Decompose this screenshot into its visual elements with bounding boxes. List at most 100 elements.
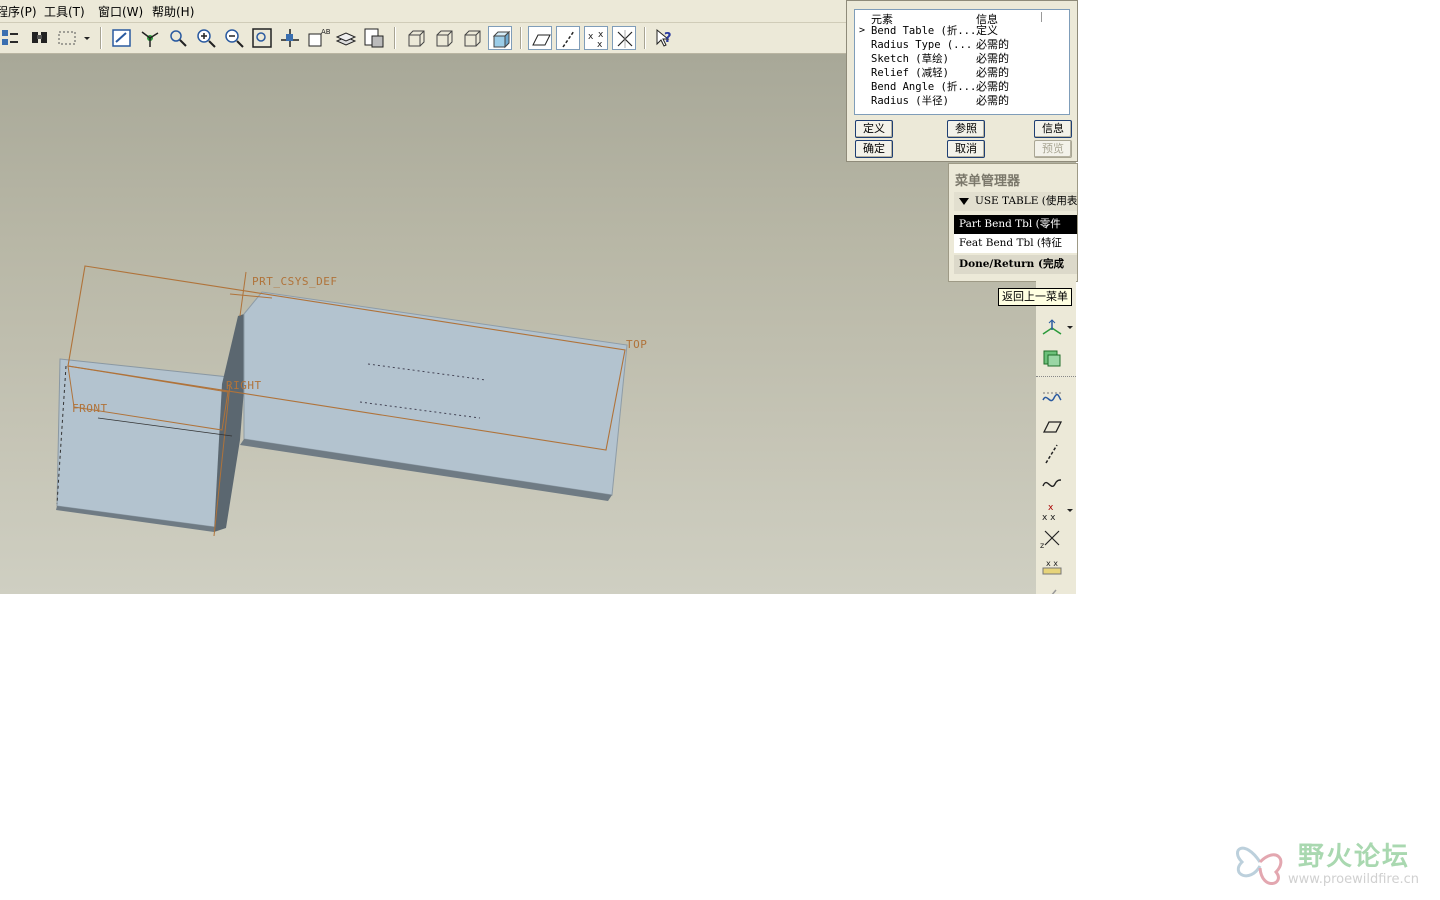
ok-button[interactable]: 确定: [855, 140, 893, 158]
svg-text:x: x: [588, 32, 594, 42]
no-hidden-icon[interactable]: [460, 26, 484, 50]
menu-program[interactable]: 程序(P): [0, 3, 37, 20]
datum-axis-icon[interactable]: [1040, 442, 1064, 466]
watermark: 野火论坛 www.proewildfire.cn: [1230, 832, 1435, 892]
butterfly-logo-icon: [1236, 846, 1283, 885]
field-point-icon[interactable]: x x: [1040, 554, 1064, 578]
svg-text:x: x: [598, 30, 604, 40]
element-name: Bend Table (折...: [871, 25, 975, 37]
context-help-icon[interactable]: ?: [652, 26, 676, 50]
datum-plane-icon[interactable]: [1040, 414, 1064, 438]
element-info: 必需的: [976, 38, 1009, 51]
repaint-icon[interactable]: [110, 26, 134, 50]
watermark-url: www.proewildfire.cn: [1288, 872, 1419, 887]
top-plane-label: TOP: [626, 338, 648, 351]
toolbar-divider: [1036, 376, 1076, 378]
done-return-item[interactable]: Done/Return (完成: [954, 255, 1077, 274]
menu-manager: 菜单管理器 USE TABLE (使用表 Part Bend Tbl (零件 F…: [948, 163, 1078, 282]
dropdown-arrow-icon[interactable]: [1067, 326, 1073, 329]
csys-icon[interactable]: [612, 26, 636, 50]
wireframe-icon[interactable]: [404, 26, 428, 50]
table-row[interactable]: > Bend Table (折... 定义: [855, 24, 1067, 38]
element-name: Bend Angle (折...: [871, 81, 975, 93]
menu-bar: 程序(P) 工具(T) 窗口(W) 帮助(H): [0, 0, 848, 23]
svg-text:x x: x x: [1046, 559, 1058, 568]
csys-label: PRT_CSYS_DEF: [252, 275, 338, 288]
element-name: Sketch (草绘): [871, 53, 949, 65]
current-row-marker: >: [859, 25, 866, 36]
preview-button[interactable]: 预览: [1034, 140, 1072, 158]
cancel-button[interactable]: 取消: [947, 140, 985, 158]
toolbar-separator: [394, 27, 396, 49]
left-flange: [56, 358, 239, 529]
element-info: 必需的: [976, 66, 1009, 79]
menu-window[interactable]: 窗口(W): [98, 3, 143, 20]
datum-toolbar: x xx z x x: [1036, 280, 1076, 594]
regenerate-icon[interactable]: [0, 26, 24, 50]
toolbar-separator: [520, 27, 522, 49]
layers-icon[interactable]: [334, 26, 358, 50]
element-table: 元素 信息 > Bend Table (折... 定义 Radius Type …: [854, 9, 1070, 115]
use-table-section[interactable]: USE TABLE (使用表: [954, 192, 1077, 211]
element-name: Radius Type (...: [871, 39, 973, 51]
main-toolbar: AB xxx ?: [0, 23, 848, 54]
refit-icon[interactable]: [250, 26, 274, 50]
element-info: 必需的: [976, 94, 1009, 107]
hidden-line-icon[interactable]: [432, 26, 456, 50]
toolbar-separator: [644, 27, 646, 49]
tooltip: 返回上一菜单: [998, 288, 1072, 306]
collapse-triangle-icon: [959, 197, 969, 205]
saved-views-icon[interactable]: AB: [306, 26, 330, 50]
svg-text:AB: AB: [321, 28, 330, 36]
edit-icon[interactable]: [1040, 582, 1064, 594]
select-box-icon[interactable]: [56, 26, 92, 50]
shading-icon[interactable]: [488, 26, 512, 50]
csys-axis: [239, 271, 247, 317]
datum-axes-icon[interactable]: [556, 26, 580, 50]
datum-planes-icon[interactable]: [528, 26, 552, 50]
define-button[interactable]: 定义: [855, 120, 893, 138]
front-plane-label: FRONT: [72, 402, 108, 415]
table-row[interactable]: Radius Type (... 必需的: [855, 38, 1067, 52]
zoom-out-icon[interactable]: [222, 26, 246, 50]
table-row[interactable]: Bend Angle (折... 必需的: [855, 80, 1067, 94]
refs-button[interactable]: 参照: [947, 120, 985, 138]
section-label: USE TABLE (使用表: [975, 195, 1077, 207]
element-info: 必需的: [976, 80, 1009, 93]
right-plane-label: RIGHT: [226, 379, 262, 392]
svg-text:?: ?: [664, 31, 672, 46]
watermark-title: 野火论坛: [1298, 842, 1411, 872]
table-row[interactable]: Sketch (草绘) 必需的: [855, 52, 1067, 66]
info-button[interactable]: 信息: [1034, 120, 1072, 138]
feature-dialog: 元素 信息 > Bend Table (折... 定义 Radius Type …: [846, 0, 1078, 162]
datum-point-icon[interactable]: x xx: [1040, 498, 1064, 522]
dropdown-arrow-icon[interactable]: [1067, 509, 1073, 512]
find-icon[interactable]: [28, 26, 52, 50]
zoom-in-icon[interactable]: [194, 26, 218, 50]
orient-icon[interactable]: [166, 26, 190, 50]
menu-help[interactable]: 帮助(H): [152, 3, 194, 20]
spin-center-icon[interactable]: [138, 26, 162, 50]
table-row[interactable]: Relief (减轻) 必需的: [855, 66, 1067, 80]
view-manager-icon[interactable]: [362, 26, 386, 50]
offset-point-icon[interactable]: z: [1040, 526, 1064, 550]
feat-bend-tbl-item[interactable]: Feat Bend Tbl (特征: [954, 234, 1077, 253]
menu-tools[interactable]: 工具(T): [44, 3, 85, 20]
svg-text:z: z: [1040, 541, 1044, 550]
datum-points-icon[interactable]: xxx: [584, 26, 608, 50]
curve-icon[interactable]: [1040, 386, 1064, 410]
element-name: Radius (半径): [871, 95, 949, 107]
element-name: Relief (减轻): [871, 67, 949, 79]
sketched-curve-icon[interactable]: [1040, 470, 1064, 494]
svg-text:x: x: [1048, 503, 1054, 513]
svg-text:x x: x x: [1042, 513, 1056, 522]
table-row[interactable]: Radius (半径) 必需的: [855, 94, 1067, 108]
main-flange: [243, 291, 628, 496]
reorient-icon[interactable]: [278, 26, 302, 50]
toolbar-separator: [100, 27, 102, 49]
part-bend-tbl-item[interactable]: Part Bend Tbl (零件: [954, 215, 1077, 234]
menu-manager-title: 菜单管理器: [955, 174, 1021, 189]
extrude-datum-icon[interactable]: [1040, 346, 1064, 370]
datum-plane-offset-icon[interactable]: [1040, 316, 1064, 340]
column-divider: [1041, 12, 1042, 22]
